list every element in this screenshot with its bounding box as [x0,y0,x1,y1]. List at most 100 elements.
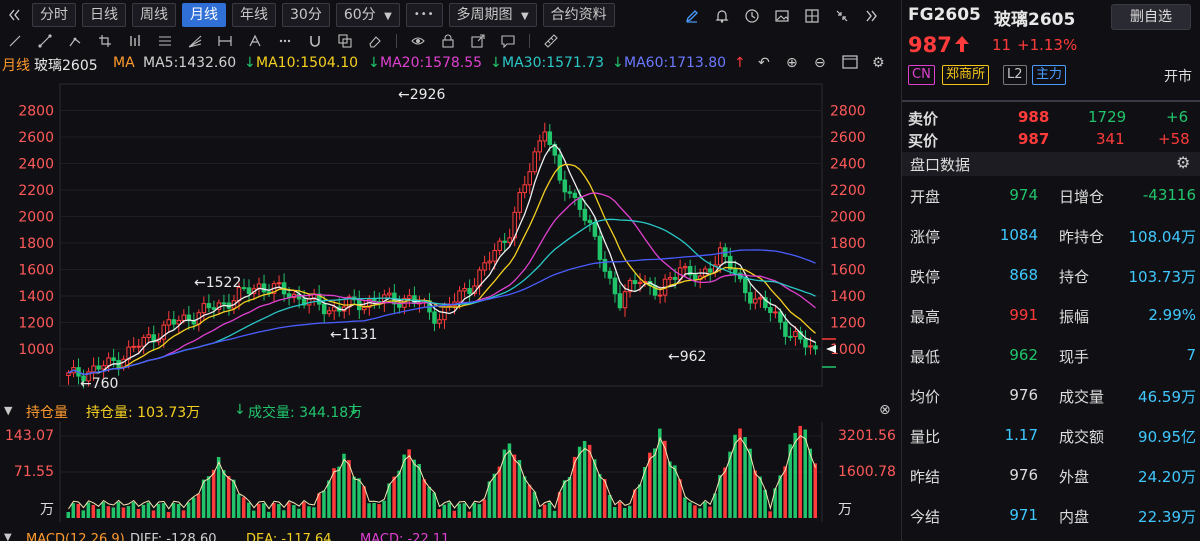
macd-diff: DIFF: -128.60 [130,532,217,541]
close-circle-icon[interactable]: ⊗ [879,402,891,418]
ask-delta: +6 [1166,108,1189,126]
row-label-right: 昨持仓 [1059,228,1105,246]
volume-bar [768,511,772,518]
candle-body [502,240,507,243]
layers-icon[interactable] [334,31,356,51]
clock-icon[interactable] [740,4,764,28]
magnet-icon[interactable] [304,31,326,51]
bar-icon[interactable] [124,31,146,51]
measure-icon[interactable] [214,31,236,51]
volume-bar [251,510,256,518]
period-tab-fenshi[interactable]: 分时 [32,3,76,27]
remove-favorite-button[interactable]: 删自选 [1111,4,1191,30]
kline-chart[interactable]: 2800 2800 2600 2600 2400 2400 2200 2200 2000 2000… [0,78,900,400]
candle-body [211,307,217,310]
fan-icon[interactable] [184,31,206,51]
ruler-icon[interactable] [540,31,562,51]
period-tab-yearly[interactable]: 年线 [232,3,276,27]
period-tab-daily[interactable]: 日线 [82,3,126,27]
volume-bar [372,502,376,518]
candle-body [567,191,573,194]
period-tab-30min[interactable]: 30分 [282,3,330,27]
triangle-down-icon[interactable]: ▼ [4,404,12,417]
price-tick-right: 2400 [830,157,866,173]
candle-body [176,319,182,325]
row-label-right: 持仓 [1059,268,1090,286]
volume-bar [272,503,276,518]
data-row: 涨停 1084 昨持仓 108.04万 [902,226,1200,248]
macd-label[interactable]: MACD(12,26,9) [26,532,125,541]
lock-icon[interactable] [437,31,459,51]
zoom-out-icon[interactable]: ⊖ [814,55,826,71]
comment-icon[interactable] [497,31,519,51]
candle-body [758,297,763,300]
ray-icon[interactable] [34,31,56,51]
candle-body [657,294,663,297]
volume-bar [783,466,787,518]
price-tick-left: 1600 [18,263,54,279]
volume-bar [607,495,612,518]
legend-ma-label[interactable]: MA [113,55,135,71]
grid-icon[interactable] [800,4,824,28]
gear-icon[interactable]: ⚙ [1176,153,1190,172]
volume-bar [437,509,441,518]
text-icon[interactable] [244,31,266,51]
candle-body [637,281,643,285]
shrink-icon[interactable] [830,4,854,28]
bid-price: 987 [1018,130,1050,148]
row-label-left: 量比 [910,428,941,446]
share-icon[interactable] [467,31,489,51]
legend-ma10: MA10:1504.10 [256,55,359,71]
volume-bar [151,510,156,518]
triangle-down-icon[interactable]: ▼ [4,532,12,541]
row-value-left: 974 [1009,186,1038,204]
volume-bar [708,506,712,518]
line-icon[interactable] [4,31,26,51]
double-chevron-right-icon[interactable] [860,4,884,28]
eraser-icon[interactable] [364,31,386,51]
crop-icon[interactable] [94,31,116,51]
pen-icon[interactable] [680,4,704,28]
data-row: 开盘 974 日增仓 -43116 [902,186,1200,208]
data-row: 量比 1.17 成交额 90.95亿 [902,426,1200,448]
row-label-left: 最高 [910,308,941,326]
volume-bar [171,503,176,518]
volume-bar [477,504,482,518]
volume-bar [753,470,757,518]
period-dropdown-60min[interactable]: 60分 ▼ [335,3,400,27]
parallel-icon[interactable] [154,31,176,51]
volume-bar [91,504,96,518]
undo-icon[interactable]: ↶ [758,55,770,71]
candle-body [607,270,613,279]
candle-body [331,306,337,312]
eye-icon[interactable] [407,31,429,51]
segment-icon[interactable] [64,31,86,51]
zoom-in-icon[interactable]: ⊕ [786,55,798,71]
candle-body [206,303,212,309]
legend-symbol: 玻璃2605 [34,58,98,74]
volume-chart[interactable]: 143.07 71.55 万 3201.56 1600.78 万 [0,422,900,524]
row-value-left: 868 [1009,266,1038,284]
candle-body [587,219,593,224]
period-tab-weekly[interactable]: 周线 [132,3,176,27]
volume-bar [507,443,512,518]
image-icon[interactable] [770,4,794,28]
arrow-up-icon: ↑ [734,55,746,71]
bell-icon[interactable] [710,4,734,28]
last-price: 987 [908,33,952,57]
volume-bar [206,476,211,518]
more-dots-icon[interactable] [274,31,296,51]
indicator-name[interactable]: 持仓量 [26,402,68,422]
multi-period-dropdown[interactable]: 多周期图 ▼ [448,3,537,27]
volume-bar [743,437,747,518]
volume-bar [262,503,266,518]
row-label-left: 均价 [910,388,941,406]
double-chevron-left-icon[interactable] [2,3,26,27]
more-periods-button[interactable]: ••• [405,3,443,27]
volume-bar [552,510,557,518]
period-tab-monthly[interactable]: 月线 [182,3,226,27]
settings-icon[interactable]: ⚙ [872,55,885,71]
candle-body [136,345,141,348]
contract-info-button[interactable]: 合约资料 [542,3,615,27]
window-icon[interactable] [842,54,858,74]
